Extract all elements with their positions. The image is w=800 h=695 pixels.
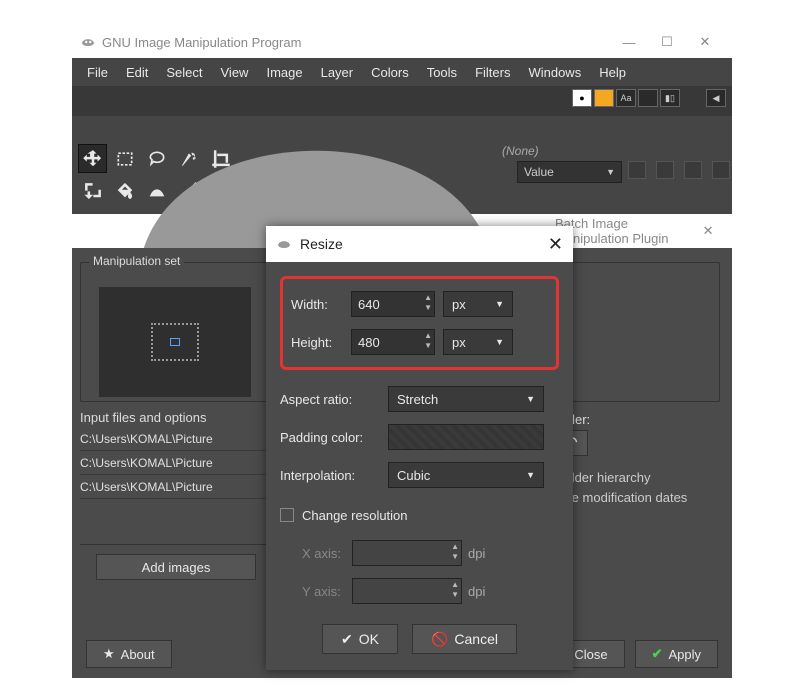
file-row[interactable]: C:\Users\KOMAL\Picture — [80, 475, 280, 499]
change-resolution-label: Change resolution — [302, 508, 408, 523]
dock-tab-2[interactable] — [594, 89, 614, 107]
ok-label: OK — [359, 631, 379, 647]
xaxis-label: X axis: — [302, 546, 352, 561]
add-images-button[interactable]: Add images — [96, 554, 256, 580]
dock-tab-1[interactable]: ● — [572, 89, 592, 107]
menu-help[interactable]: Help — [590, 62, 635, 83]
spinner-arrows[interactable]: ▲▼ — [424, 293, 432, 313]
spinner-arrows: ▲▼ — [451, 542, 459, 562]
dock-tab-4[interactable] — [638, 89, 658, 107]
spinner-arrows: ▲▼ — [451, 580, 459, 600]
chevron-down-icon: ▼ — [606, 167, 615, 177]
dock-icon-1[interactable] — [628, 161, 646, 179]
dock-tab-3[interactable]: Aa — [616, 89, 636, 107]
height-unit-combo[interactable]: px ▼ — [443, 329, 513, 355]
padding-color-swatch[interactable] — [388, 424, 544, 450]
yaxis-unit: dpi — [468, 584, 485, 599]
dock-extra-icons — [628, 161, 730, 179]
interpolation-value: Cubic — [397, 468, 430, 483]
width-unit: px — [452, 297, 466, 312]
apply-button[interactable]: ✔ Apply — [635, 640, 718, 668]
close-window-button[interactable]: ✕ — [686, 29, 724, 55]
check-icon: ✔ — [341, 631, 353, 648]
plugin-title-text: Batch Image Manipulation Plugin — [555, 216, 694, 246]
input-files-label: Input files and options — [80, 410, 206, 425]
divider — [80, 544, 280, 545]
check-icon: ✔ — [652, 646, 663, 662]
xaxis-input: ▲▼ — [352, 540, 462, 566]
aspect-ratio-label: Aspect ratio: — [280, 392, 380, 407]
height-input[interactable]: 480 ▲▼ — [351, 329, 435, 355]
manipulation-preview — [99, 287, 251, 397]
resize-close-icon[interactable]: ✕ — [548, 234, 563, 255]
chevron-down-icon: ▼ — [495, 299, 504, 309]
cancel-label: Cancel — [454, 631, 498, 647]
width-unit-combo[interactable]: px ▼ — [443, 291, 513, 317]
padding-color-label: Padding color: — [280, 430, 380, 445]
resize-titlebar: Resize ✕ — [266, 226, 573, 262]
width-label: Width: — [291, 297, 351, 312]
resize-logo-icon — [276, 236, 292, 252]
minimize-button[interactable]: — — [610, 29, 648, 55]
height-unit: px — [452, 335, 466, 350]
about-button[interactable]: ★ About — [86, 640, 172, 668]
dock-icon-2[interactable] — [656, 161, 674, 179]
apply-label: Apply — [668, 647, 701, 662]
cancel-button[interactable]: 🚫 Cancel — [412, 624, 517, 654]
no-entry-icon: 🚫 — [431, 631, 448, 648]
xaxis-unit: dpi — [468, 546, 485, 561]
maximize-button[interactable]: ☐ — [648, 29, 686, 55]
dock-menu-icon[interactable]: ◀ — [706, 89, 726, 107]
resize-dialog: Resize ✕ Width: 640 ▲▼ px ▼ Height: 480 — [266, 226, 573, 670]
width-value: 640 — [358, 297, 380, 312]
dock-tab-5[interactable]: ▮▯ — [660, 89, 680, 107]
chevron-down-icon: ▼ — [526, 394, 535, 404]
interpolation-label: Interpolation: — [280, 468, 380, 483]
close-label: Close — [574, 647, 607, 662]
file-row[interactable]: C:\Users\KOMAL\Picture — [80, 451, 280, 475]
yaxis-input: ▲▼ — [352, 578, 462, 604]
change-resolution-checkbox[interactable] — [280, 508, 294, 522]
chevron-down-icon: ▼ — [526, 470, 535, 480]
about-label: About — [121, 647, 155, 662]
aspect-ratio-combo[interactable]: Stretch ▼ — [388, 386, 544, 412]
dock-icon-3[interactable] — [684, 161, 702, 179]
plugin-close-icon[interactable]: ✕ — [694, 218, 722, 244]
input-file-list[interactable]: C:\Users\KOMAL\Picture C:\Users\KOMAL\Pi… — [80, 427, 280, 499]
preview-box — [170, 338, 180, 346]
aspect-ratio-value: Stretch — [397, 392, 438, 407]
interpolation-combo[interactable]: Cubic ▼ — [388, 462, 544, 488]
preview-marquee — [151, 323, 199, 361]
highlighted-size-box: Width: 640 ▲▼ px ▼ Height: 480 ▲▼ px — [280, 276, 559, 370]
ok-button[interactable]: ✔ OK — [322, 624, 398, 654]
dock-icon-4[interactable] — [712, 161, 730, 179]
file-row[interactable]: C:\Users\KOMAL\Picture — [80, 427, 280, 451]
height-label: Height: — [291, 335, 351, 350]
height-value: 480 — [358, 335, 380, 350]
star-icon: ★ — [103, 646, 115, 662]
width-input[interactable]: 640 ▲▼ — [351, 291, 435, 317]
resize-title: Resize — [300, 236, 343, 252]
chevron-down-icon: ▼ — [495, 337, 504, 347]
yaxis-label: Y axis: — [302, 584, 352, 599]
manipulation-set-legend: Manipulation set — [89, 254, 184, 268]
spinner-arrows[interactable]: ▲▼ — [424, 331, 432, 351]
